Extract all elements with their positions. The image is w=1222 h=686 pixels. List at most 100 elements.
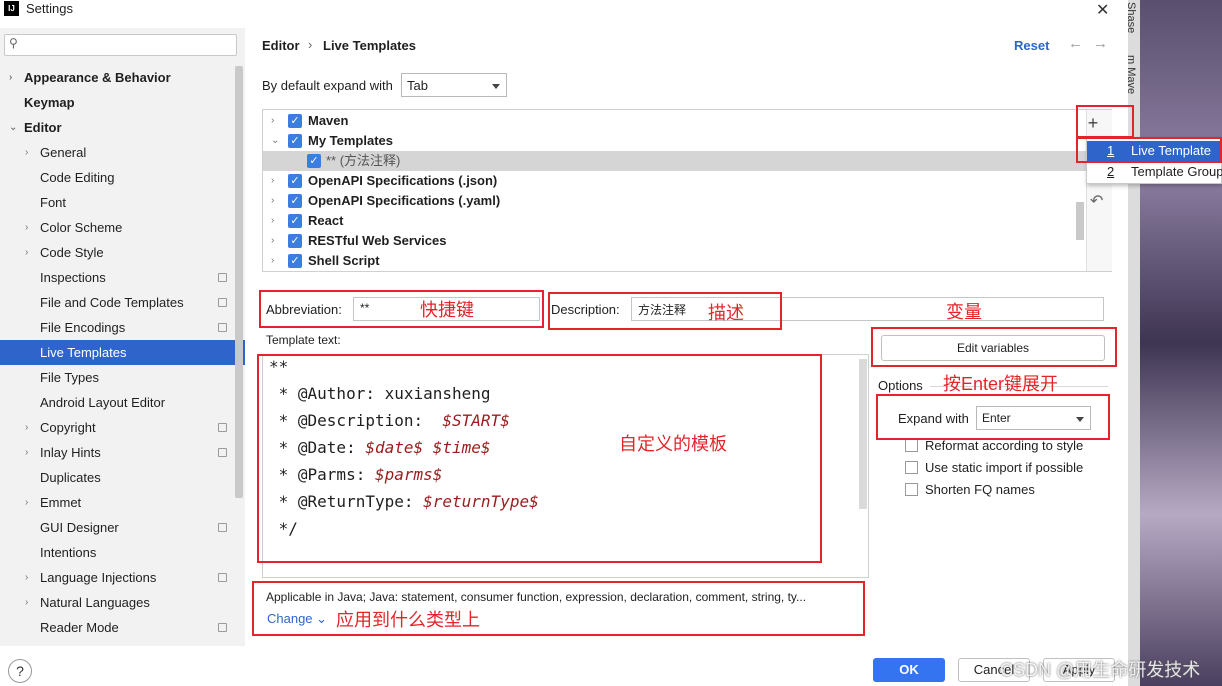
sidebar-item[interactable]: › Emmet xyxy=(0,490,245,515)
sidebar-item-label: Copyright xyxy=(40,420,96,435)
sidebar-item-label: Natural Languages xyxy=(40,595,150,610)
chevron-right-icon[interactable]: › xyxy=(271,191,274,211)
breadcrumb-separator: › xyxy=(308,37,313,52)
expand-default-select[interactable]: Tab xyxy=(401,73,507,97)
chevron-right-icon[interactable]: › xyxy=(25,415,28,440)
chevron-right-icon[interactable]: › xyxy=(271,111,274,131)
chevron-right-icon[interactable]: › xyxy=(25,240,28,265)
sidebar-item-label: Font xyxy=(40,195,67,210)
sidebar-item[interactable]: Inspections xyxy=(0,265,245,290)
project-settings-icon xyxy=(218,623,227,632)
undo-icon[interactable]: ↶ xyxy=(1090,191,1103,211)
sidebar-item[interactable]: › General xyxy=(0,140,245,165)
chevron-right-icon[interactable]: › xyxy=(9,65,12,90)
annotation-box-add xyxy=(1076,105,1134,138)
back-arrow-icon[interactable]: ← xyxy=(1068,35,1083,52)
checkbox-box[interactable] xyxy=(905,439,918,452)
template-checkbox[interactable]: ✓ xyxy=(288,114,302,128)
menu-item-label: Template Group xyxy=(1131,164,1222,179)
page-title: Live Templates xyxy=(323,38,416,53)
sidebar-item[interactable]: › Copyright xyxy=(0,415,245,440)
editor-scrollbar[interactable] xyxy=(859,359,867,509)
sidebar-item[interactable]: › Language Injections xyxy=(0,565,245,590)
template-checkbox[interactable]: ✓ xyxy=(288,134,302,148)
ok-button[interactable]: OK xyxy=(873,658,945,682)
checkbox-box[interactable] xyxy=(905,461,918,474)
window-title: Settings xyxy=(26,1,73,16)
sidebar-item[interactable]: › Code Style xyxy=(0,240,245,265)
templates-tree: › ✓ Maven ⌄ ✓ My Templates ✓ ** (方法注释) › ✓ OpenAPI… xyxy=(262,109,1112,272)
sidebar-item[interactable]: › Natural Languages xyxy=(0,590,245,615)
chevron-right-icon[interactable]: › xyxy=(271,171,274,191)
template-row[interactable]: ✓ ** (方法注释) xyxy=(263,151,1086,171)
reset-link[interactable]: Reset xyxy=(1014,38,1049,53)
options-title: Options xyxy=(878,378,923,393)
template-checkbox[interactable]: ✓ xyxy=(288,254,302,268)
template-name: ** (方法注释) xyxy=(326,153,401,168)
chevron-right-icon[interactable]: › xyxy=(25,215,28,240)
annotation-box-description xyxy=(548,292,782,330)
template-row[interactable]: › ✓ OpenAPI Specifications (.json) xyxy=(263,171,1086,191)
settings-sidebar: ⚲ › Appearance & Behavior Keymap ⌄ Editor › Ge… xyxy=(0,28,245,646)
sidebar-item[interactable]: File Types xyxy=(0,365,245,390)
sidebar-item[interactable]: File Encodings xyxy=(0,315,245,340)
chevron-right-icon[interactable]: › xyxy=(25,490,28,515)
annotation-box-template xyxy=(257,354,822,563)
chevron-right-icon[interactable]: › xyxy=(25,140,28,165)
sidebar-item[interactable]: GUI Designer xyxy=(0,515,245,540)
template-row[interactable]: › ✓ React xyxy=(263,211,1086,231)
checkbox-box[interactable] xyxy=(905,483,918,496)
chevron-right-icon[interactable]: › xyxy=(271,211,274,231)
sidebar-item[interactable]: Reader Mode xyxy=(0,615,245,640)
template-checkbox[interactable]: ✓ xyxy=(288,174,302,188)
sidebar-item[interactable]: Code Editing xyxy=(0,165,245,190)
sidebar-item[interactable]: Intentions xyxy=(0,540,245,565)
sidebar-item-label: Appearance & Behavior xyxy=(24,70,171,85)
sidebar-item[interactable]: Live Templates xyxy=(0,340,245,365)
template-checkbox[interactable]: ✓ xyxy=(288,194,302,208)
chevron-right-icon[interactable]: › xyxy=(25,440,28,465)
chevron-right-icon[interactable]: › xyxy=(25,565,28,590)
sidebar-item-label: File Types xyxy=(40,370,100,385)
template-row[interactable]: › ✓ RESTful Web Services xyxy=(263,231,1086,251)
template-checkbox[interactable]: ✓ xyxy=(288,234,302,248)
sidebar-item[interactable]: Font xyxy=(0,190,245,215)
menu-item-number: 2 xyxy=(1107,164,1115,179)
project-settings-icon xyxy=(218,323,227,332)
chevron-right-icon[interactable]: › xyxy=(25,590,28,615)
chevron-right-icon[interactable]: › xyxy=(271,251,274,271)
forward-arrow-icon[interactable]: → xyxy=(1093,35,1108,52)
template-row[interactable]: ⌄ ✓ My Templates xyxy=(263,131,1086,151)
sidebar-item-label: Editor xyxy=(24,120,62,135)
sidebar-item[interactable]: ⌄ Editor xyxy=(0,115,245,140)
template-checkbox[interactable]: ✓ xyxy=(307,154,321,168)
project-settings-icon xyxy=(218,573,227,582)
chevron-down-icon[interactable]: ⌄ xyxy=(9,115,17,140)
close-icon[interactable]: ✕ xyxy=(1096,0,1109,20)
template-row[interactable]: › ✓ Shell Script xyxy=(263,251,1086,271)
templates-scrollbar[interactable] xyxy=(1076,202,1084,240)
sidebar-item[interactable]: Android Layout Editor xyxy=(0,390,245,415)
template-name: Shell Script xyxy=(308,253,380,268)
sidebar-item[interactable]: Duplicates xyxy=(0,465,245,490)
template-checkbox[interactable]: ✓ xyxy=(288,214,302,228)
sidebar-item-label: Code Style xyxy=(40,245,104,260)
sidebar-item[interactable]: File and Code Templates xyxy=(0,290,245,315)
search-input[interactable]: ⚲ xyxy=(4,34,237,56)
sidebar-item[interactable]: Keymap xyxy=(0,90,245,115)
breadcrumb-editor[interactable]: Editor xyxy=(262,38,300,53)
sidebar-item[interactable]: › Appearance & Behavior xyxy=(0,65,245,90)
chevron-down-icon[interactable]: ⌄ xyxy=(271,131,279,151)
sidebar-item-label: GUI Designer xyxy=(40,520,119,535)
menu-item-template-group[interactable]: 2 Template Group xyxy=(1087,162,1222,182)
template-row[interactable]: › ✓ OpenAPI Specifications (.yaml) xyxy=(263,191,1086,211)
annotation-template: 自定义的模板 xyxy=(619,434,727,454)
help-button[interactable]: ? xyxy=(8,659,32,683)
sidebar-item-label: File Encodings xyxy=(40,320,126,335)
chevron-right-icon[interactable]: › xyxy=(271,231,274,251)
template-row[interactable]: › ✓ Maven xyxy=(263,111,1086,131)
sidebar-item[interactable]: › Inlay Hints xyxy=(0,440,245,465)
sidebar-scrollbar[interactable] xyxy=(235,66,243,498)
sidebar-item[interactable]: › Color Scheme xyxy=(0,215,245,240)
sidebar-item-label: Language Injections xyxy=(40,570,157,585)
